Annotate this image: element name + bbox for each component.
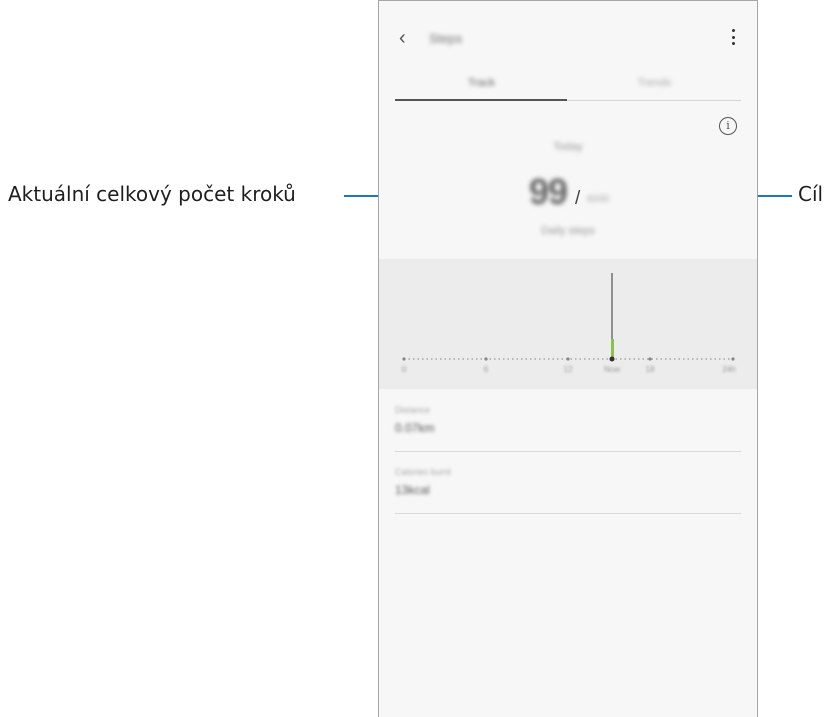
- tick-label: 24h: [722, 365, 736, 374]
- stat-value: 13kcal: [395, 483, 430, 497]
- tick-label: 0: [401, 365, 407, 374]
- axis-tick-dot: [402, 357, 406, 361]
- chevron-left-icon[interactable]: ‹: [399, 27, 406, 50]
- steps-separator: /: [575, 188, 581, 209]
- tab-trends[interactable]: Trends: [568, 77, 741, 89]
- callout-current-steps-label: Aktuální celkový počet kroků: [8, 182, 296, 206]
- tick-label: 18: [645, 365, 655, 374]
- current-steps-bar: [611, 339, 614, 359]
- period-label: Today: [553, 141, 583, 153]
- steps-timeline-chart: 0 6 12 Now 18 24h: [379, 259, 757, 389]
- tab-track[interactable]: Track: [395, 77, 568, 89]
- tick-label: 6: [483, 365, 489, 374]
- callout-goal-label: Cíl: [798, 182, 824, 206]
- app-bar: ‹ Steps: [379, 19, 757, 59]
- info-icon[interactable]: i: [719, 117, 737, 135]
- tab-indicator: [395, 99, 567, 101]
- page-title: Steps: [429, 31, 463, 46]
- stat-label: Calories burnt: [395, 467, 452, 477]
- tab-bar: Track Trends: [395, 71, 741, 103]
- tick-label: 12: [563, 365, 573, 374]
- axis-tick-dot: [648, 357, 652, 361]
- stat-value: 0.07km: [395, 421, 435, 435]
- stat-distance: Distance 0.07km: [395, 391, 741, 452]
- more-vert-icon[interactable]: [731, 29, 735, 45]
- phone-screen: ‹ Steps Track Trends i Today 99 / 6000 D…: [378, 0, 758, 717]
- current-steps-count: 99: [529, 171, 568, 212]
- axis-tick-dot: [566, 357, 570, 361]
- axis-tick-dot: [731, 357, 735, 361]
- axis-tick-dot: [484, 357, 488, 361]
- stat-calories: Calories burnt 13kcal: [395, 453, 741, 514]
- stat-label: Distance: [395, 405, 431, 415]
- steps-goal: 6000: [587, 194, 610, 205]
- now-marker-dot: [609, 356, 615, 362]
- tick-label-now: Now: [603, 365, 621, 374]
- goal-caption: Daily steps: [541, 225, 595, 237]
